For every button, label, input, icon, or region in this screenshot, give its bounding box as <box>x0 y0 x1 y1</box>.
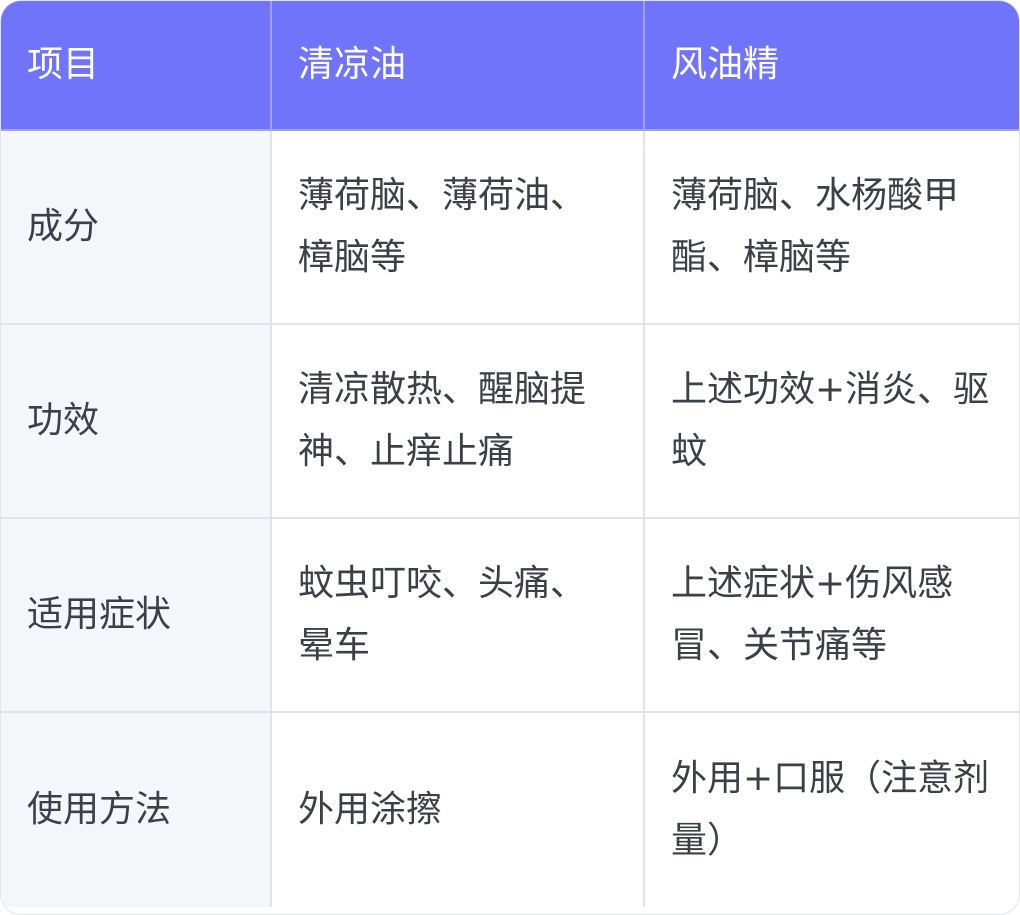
row-label: 使用方法 <box>1 713 272 907</box>
cell-wind-oil: 薄荷脑、水杨酸甲酯、樟脑等 <box>645 131 1019 325</box>
cell-wind-oil: 上述症状+伤风感冒、关节痛等 <box>645 519 1019 713</box>
cell-wind-oil: 上述功效+消炎、驱蚊 <box>645 325 1019 519</box>
table-header-row: 项目 清凉油 风油精 <box>1 1 1019 131</box>
row-label: 功效 <box>1 325 272 519</box>
comparison-table: 项目 清凉油 风油精 成分 薄荷脑、薄荷油、樟脑等 薄荷脑、水杨酸甲酯、樟脑等 … <box>1 1 1019 914</box>
cell-cooling-oil: 蚊虫叮咬、头痛、晕车 <box>272 519 645 713</box>
cell-cooling-oil: 薄荷脑、薄荷油、樟脑等 <box>272 131 645 325</box>
table-row: 适用症状 蚊虫叮咬、头痛、晕车 上述症状+伤风感冒、关节痛等 <box>1 519 1019 713</box>
header-wind-oil: 风油精 <box>645 1 1019 131</box>
table-row: 成分 薄荷脑、薄荷油、樟脑等 薄荷脑、水杨酸甲酯、樟脑等 <box>1 131 1019 325</box>
row-label: 适用症状 <box>1 519 272 713</box>
cell-cooling-oil: 清凉散热、醒脑提神、止痒止痛 <box>272 325 645 519</box>
cell-cooling-oil: 外用涂擦 <box>272 713 645 907</box>
table-row: 使用方法 外用涂擦 外用+口服（注意剂量） <box>1 713 1019 907</box>
table-row: 功效 清凉散热、醒脑提神、止痒止痛 上述功效+消炎、驱蚊 <box>1 325 1019 519</box>
cell-wind-oil: 外用+口服（注意剂量） <box>671 758 990 861</box>
header-cooling-oil: 清凉油 <box>272 1 645 131</box>
header-item: 项目 <box>1 1 272 131</box>
row-label: 成分 <box>1 131 272 325</box>
